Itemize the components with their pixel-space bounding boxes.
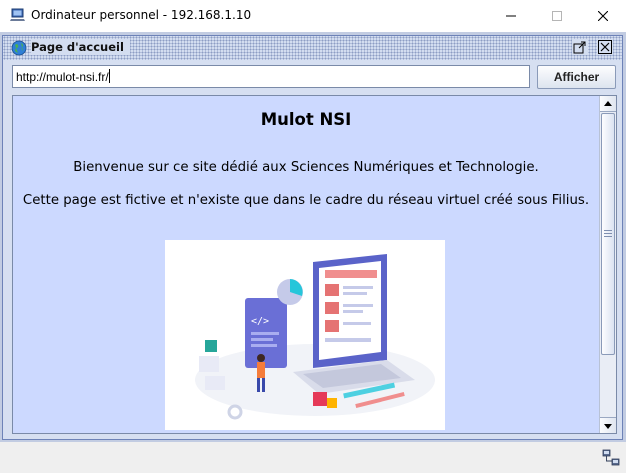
internal-frame-titlebar[interactable]: Page d'accueil — [3, 36, 622, 60]
notice-text: Cette page est fictive et n'existe que d… — [22, 193, 590, 208]
frame-close-button[interactable] — [597, 39, 613, 55]
url-input[interactable] — [12, 65, 530, 88]
detach-icon — [573, 41, 586, 54]
scrollbar-thumb[interactable] — [601, 113, 615, 355]
scroll-down-button[interactable] — [600, 417, 616, 433]
thumb-grip-line — [604, 233, 612, 234]
window-title: Ordinateur personnel - 192.168.1.10 — [31, 8, 252, 22]
page-content: Mulot NSI Bienvenue sur ce site dédié au… — [13, 96, 599, 433]
close-icon — [598, 40, 612, 54]
text-caret — [109, 69, 110, 83]
developer-laptop-illustration: </> — [195, 254, 435, 420]
app-window: Ordinateur personnel - 192.168.1.10 Page… — [0, 0, 626, 473]
arrow-up-icon — [604, 101, 612, 106]
computer-icon — [10, 8, 25, 21]
maximize-icon — [552, 11, 562, 21]
internal-frame-title: Page d'accueil — [31, 39, 130, 55]
svg-text:</>: </> — [251, 316, 269, 327]
network-icon[interactable] — [602, 449, 620, 467]
show-button[interactable]: Afficher — [537, 65, 616, 89]
window-titlebar[interactable]: Ordinateur personnel - 192.168.1.10 — [0, 0, 626, 32]
status-bar — [0, 442, 626, 473]
minimize-button[interactable] — [488, 0, 534, 32]
welcome-text: Bienvenue sur ce site dédié aux Sciences… — [73, 160, 539, 175]
thumb-grip-line — [604, 230, 612, 231]
close-button[interactable] — [580, 0, 626, 32]
minimize-icon — [506, 15, 516, 17]
arrow-down-icon — [604, 424, 612, 429]
thumb-grip-line — [604, 236, 612, 237]
page-heading: Mulot NSI — [260, 110, 352, 129]
close-icon — [598, 11, 608, 21]
browser-internal-frame: Page d'accueil Afficher — [2, 35, 623, 440]
scroll-up-button[interactable] — [600, 96, 616, 112]
globe-icon — [11, 40, 27, 56]
desktop-area: Page d'accueil Afficher — [0, 32, 626, 442]
illustration-image: </> — [165, 240, 445, 430]
maximize-button[interactable] — [534, 0, 580, 32]
page-viewport[interactable]: Mulot NSI Bienvenue sur ce site dédié au… — [12, 95, 617, 434]
vertical-scrollbar[interactable] — [599, 96, 616, 433]
detach-button[interactable] — [572, 39, 588, 55]
